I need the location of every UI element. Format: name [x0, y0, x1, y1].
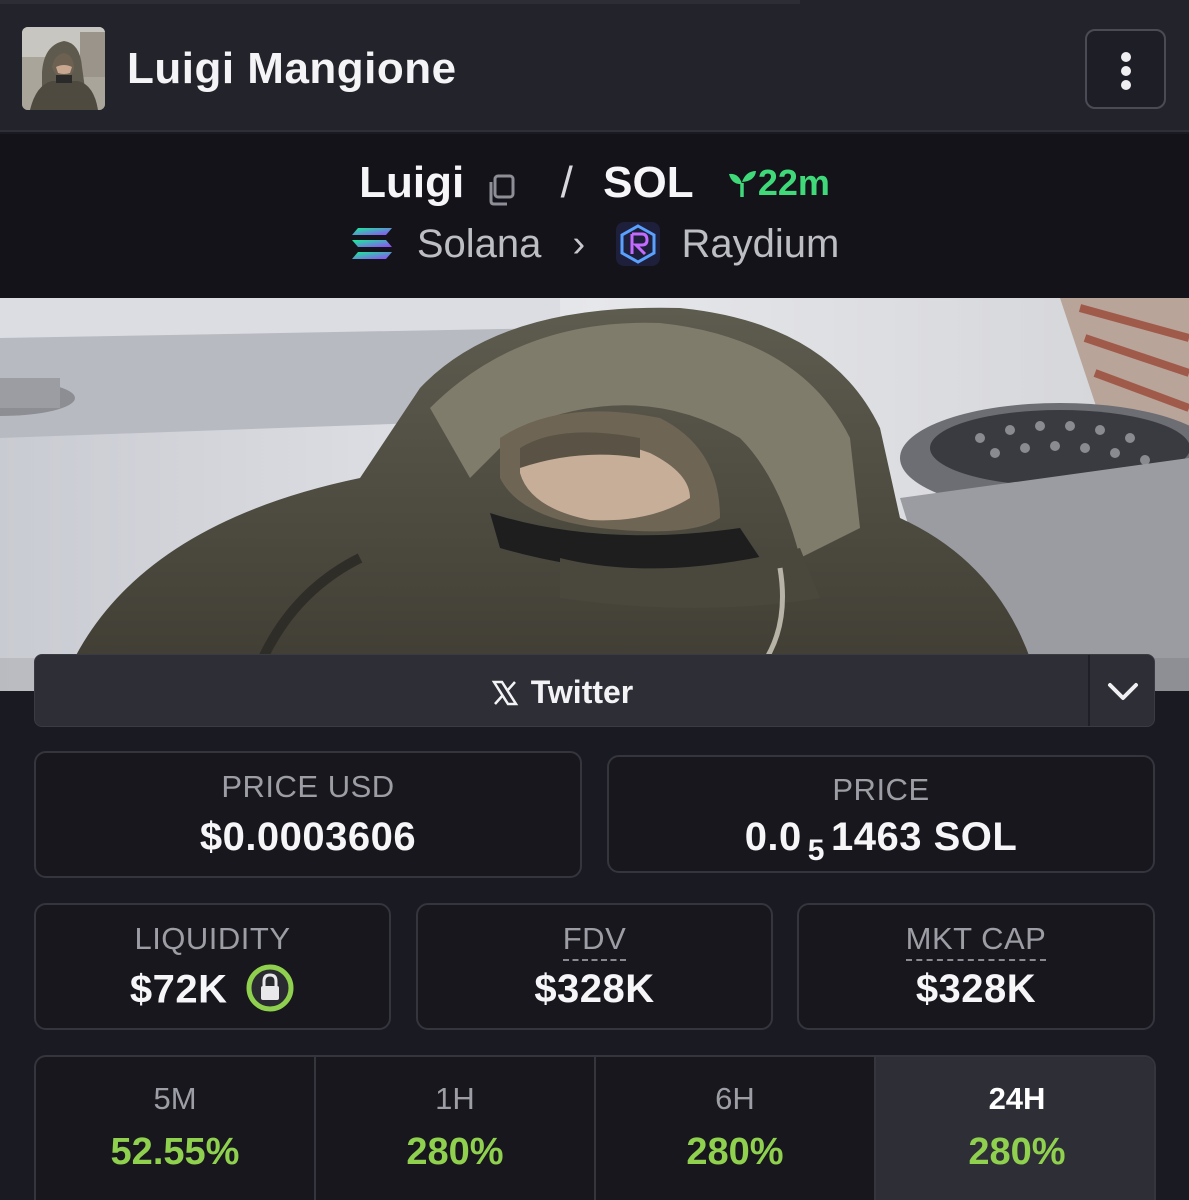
tab-5m[interactable]: 5M 52.55%	[36, 1057, 316, 1200]
change-24h: 280%	[968, 1131, 1066, 1173]
price-usd-label: PRICE USD	[221, 769, 395, 804]
base-token-symbol: Luigi	[359, 158, 465, 208]
token-banner-image	[0, 298, 1189, 691]
more-options-button[interactable]	[1085, 29, 1166, 109]
market-cap-label: MKT CAP	[905, 921, 1047, 961]
social-links-bar: Twitter	[34, 654, 1155, 727]
liquidity-value: $72K	[129, 967, 228, 1012]
chain-link[interactable]: Solana	[417, 222, 542, 267]
liquidity-value-row: $72K	[36, 964, 389, 1017]
chevron-down-icon	[1108, 683, 1138, 700]
lock-icon[interactable]	[245, 963, 295, 1013]
token-header: Luigi Mangione	[0, 6, 1189, 132]
fdv-value: $328K	[534, 967, 655, 1011]
sprout-icon	[728, 171, 756, 198]
liquidity-label: LIQUIDITY	[134, 921, 291, 956]
price-native-value: 0.0 5 1463 SOL	[744, 815, 1018, 867]
price-native-label: PRICE	[832, 772, 930, 807]
market-cap-value: $328K	[915, 967, 1037, 1011]
price-change-tabs: 5M 52.55% 1H 280% 6H 280% 24H 280%	[34, 1055, 1156, 1200]
chain-dex-breadcrumb: Solana › Raydium	[0, 220, 1189, 270]
fdv-card[interactable]: FDV $328K	[416, 903, 773, 1030]
raydium-logo-icon[interactable]	[616, 222, 661, 267]
change-1h: 280%	[406, 1131, 504, 1173]
pair-separator: /	[560, 158, 573, 208]
price-zero-count: 5	[807, 834, 825, 867]
pair-title: Luigi / SOL 22m	[0, 156, 1189, 212]
twitter-link-button[interactable]: Twitter	[35, 655, 1089, 726]
change-6h: 280%	[686, 1131, 784, 1173]
dex-link[interactable]: Raydium	[681, 222, 839, 267]
price-usd-card: PRICE USD $0.0003606	[34, 751, 582, 878]
pair-age-text: 22m	[757, 162, 830, 204]
market-cap-card[interactable]: MKT CAP $328K	[797, 903, 1155, 1030]
tab-24h[interactable]: 24H 280%	[876, 1057, 1154, 1200]
social-dropdown-button[interactable]	[1090, 655, 1156, 726]
kebab-menu-icon	[1121, 52, 1131, 62]
pair-info: Luigi / SOL 22m Solana › Raydium	[0, 134, 1189, 298]
token-avatar	[22, 27, 105, 110]
solana-logo-icon[interactable]	[350, 226, 394, 262]
price-usd-value: $0.0003606	[199, 815, 417, 859]
change-5m: 52.55%	[110, 1131, 240, 1173]
price-native-card: PRICE 0.0 5 1463 SOL	[607, 755, 1155, 873]
tab-6h[interactable]: 6H 280%	[596, 1057, 876, 1200]
x-logo-icon	[491, 680, 519, 705]
chevron-right-icon: ›	[572, 222, 586, 265]
token-name-title: Luigi Mangione	[127, 44, 457, 93]
quote-token-symbol: SOL	[603, 158, 694, 208]
pair-age: 22m	[726, 162, 830, 204]
copy-address-icon[interactable]	[486, 167, 516, 206]
fdv-label: FDV	[562, 921, 627, 961]
liquidity-card: LIQUIDITY $72K	[34, 903, 391, 1030]
twitter-label: Twitter	[530, 674, 634, 711]
tab-1h[interactable]: 1H 280%	[316, 1057, 596, 1200]
